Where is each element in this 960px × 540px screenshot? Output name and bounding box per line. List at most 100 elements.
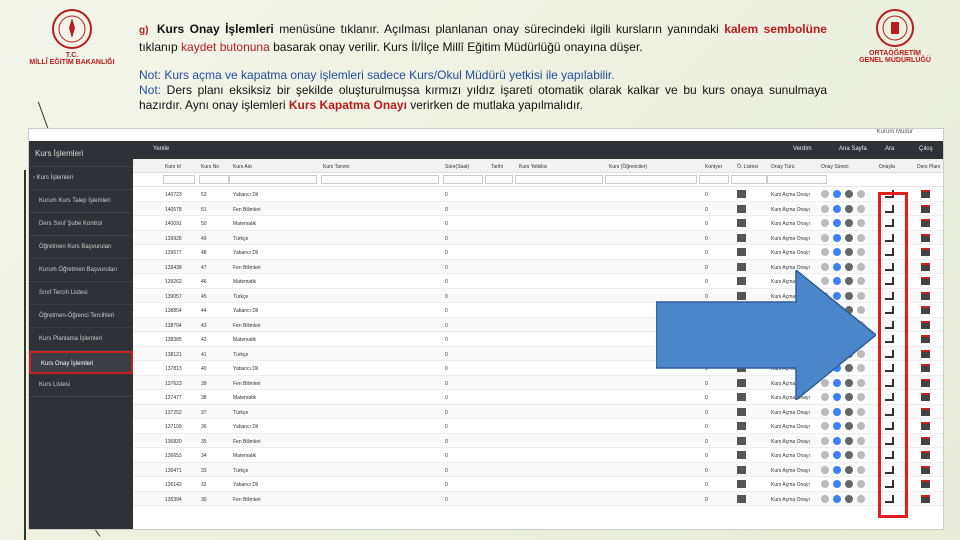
status-icon[interactable]: [821, 480, 829, 488]
calendar-plan-icon[interactable]: [921, 436, 930, 445]
approval-status-icon[interactable]: [833, 494, 841, 503]
filter-input[interactable]: [699, 175, 729, 184]
status-icon[interactable]: [857, 407, 865, 416]
gear-icon[interactable]: [845, 494, 853, 503]
status-icon[interactable]: [821, 190, 829, 198]
sidebar-item[interactable]: Kurs Onay İşlemleri: [29, 351, 133, 374]
student-list-icon[interactable]: [737, 494, 746, 503]
status-icon[interactable]: [821, 219, 829, 227]
calendar-plan-icon[interactable]: [921, 262, 930, 271]
status-icon[interactable]: [857, 465, 865, 474]
status-icon[interactable]: [821, 248, 829, 256]
column-header[interactable]: Ders Planı: [917, 164, 940, 170]
approval-status-icon[interactable]: [833, 407, 841, 416]
gear-icon[interactable]: [845, 422, 853, 430]
gear-icon[interactable]: [845, 465, 853, 474]
calendar-plan-icon[interactable]: [921, 291, 930, 300]
gear-icon[interactable]: [845, 407, 853, 416]
sidebar-item[interactable]: Öğretmen Kurs Başvuruları: [29, 236, 133, 259]
table-row[interactable]: 140091 50 Matematik 0 0 Kurs Açma Onayı: [133, 216, 943, 231]
filter-input[interactable]: [515, 175, 603, 184]
column-header[interactable]: Kurs No: [201, 164, 219, 170]
table-row[interactable]: 140578 51 Fen Bilimleri 0 0 Kurs Açma Onayı: [133, 201, 943, 216]
gear-icon[interactable]: [845, 204, 853, 213]
sidebar-item[interactable]: Sınıf Tercih Listesi: [29, 282, 133, 305]
filter-input[interactable]: [485, 175, 513, 184]
column-header[interactable]: Kurs Tanımı: [323, 164, 350, 170]
calendar-plan-icon[interactable]: [921, 465, 930, 474]
home-button[interactable]: Ana Sayfa: [839, 146, 867, 152]
student-list-icon[interactable]: [737, 422, 746, 430]
student-list-icon[interactable]: [737, 436, 746, 445]
gear-icon[interactable]: [845, 451, 853, 459]
calendar-plan-icon[interactable]: [921, 335, 930, 343]
column-header[interactable]: Kurs (Öğrenciler): [609, 164, 647, 170]
student-list-icon[interactable]: [737, 219, 746, 227]
approval-status-icon[interactable]: [833, 204, 841, 213]
column-header[interactable]: Kurs Yetkilisi: [519, 164, 547, 170]
student-list-icon[interactable]: [737, 190, 746, 198]
status-icon[interactable]: [821, 407, 829, 416]
calendar-plan-icon[interactable]: [921, 451, 930, 459]
status-icon[interactable]: [857, 494, 865, 503]
filter-input[interactable]: [199, 175, 229, 184]
table-row[interactable]: 137109 36 Yabancı Dil 0 0 Kurs Açma Onayı: [133, 419, 943, 434]
status-icon[interactable]: [821, 465, 829, 474]
gear-icon[interactable]: [845, 248, 853, 256]
table-row[interactable]: 139928 49 Türkçe 0 0 Kurs Açma Onayı: [133, 230, 943, 245]
gear-icon[interactable]: [845, 190, 853, 198]
filter-input[interactable]: [767, 175, 827, 184]
calendar-plan-icon[interactable]: [921, 306, 930, 314]
column-header[interactable]: Ö. Listesi: [737, 164, 758, 170]
gear-icon[interactable]: [845, 436, 853, 445]
calendar-plan-icon[interactable]: [921, 190, 930, 198]
status-icon[interactable]: [821, 422, 829, 430]
filter-input[interactable]: [443, 175, 483, 184]
status-icon[interactable]: [857, 190, 865, 198]
calendar-plan-icon[interactable]: [921, 494, 930, 503]
table-row[interactable]: 136820 35 Fen Bilimleri 0 0 Kurs Açma Onayı: [133, 433, 943, 448]
calendar-plan-icon[interactable]: [921, 364, 930, 372]
sidebar-item[interactable]: Kurs Listesi: [29, 374, 133, 397]
column-header[interactable]: Kurs Id: [165, 164, 181, 170]
status-icon[interactable]: [857, 422, 865, 430]
calendar-plan-icon[interactable]: [921, 349, 930, 358]
column-header[interactable]: Kurs Adı: [233, 164, 252, 170]
calendar-plan-icon[interactable]: [921, 407, 930, 416]
table-row[interactable]: 136143 32 Yabancı Dil 0 0 Kurs Açma Onayı: [133, 477, 943, 492]
calendar-plan-icon[interactable]: [921, 378, 930, 387]
approval-status-icon[interactable]: [833, 219, 841, 227]
filter-input[interactable]: [605, 175, 697, 184]
table-row[interactable]: 136653 34 Matematik 0 0 Kurs Açma Onayı: [133, 448, 943, 463]
approval-status-icon[interactable]: [833, 248, 841, 256]
status-icon[interactable]: [821, 204, 829, 213]
table-row[interactable]: 137252 37 Türkçe 0 0 Kurs Açma Onayı: [133, 404, 943, 419]
sidebar-item[interactable]: Öğretmen-Öğrenci Tercihleri: [29, 305, 133, 328]
table-row[interactable]: 135394 30 Fen Bilimleri 0 0 Kurs Açma Onayı: [133, 491, 943, 506]
gear-icon[interactable]: [845, 219, 853, 227]
calendar-plan-icon[interactable]: [921, 277, 930, 285]
status-icon[interactable]: [821, 436, 829, 445]
calendar-plan-icon[interactable]: [921, 422, 930, 430]
approval-status-icon[interactable]: [833, 233, 841, 242]
student-list-icon[interactable]: [737, 407, 746, 416]
search-button[interactable]: Ara: [885, 146, 894, 152]
column-header[interactable]: Onayla: [879, 164, 895, 170]
status-icon[interactable]: [857, 233, 865, 242]
gear-icon[interactable]: [845, 233, 853, 242]
status-icon[interactable]: [857, 248, 865, 256]
table-row[interactable]: 140723 52 Yabancı Dil 0 0 Kurs Açma Onayı: [133, 187, 943, 202]
filter-input[interactable]: [163, 175, 195, 184]
status-icon[interactable]: [821, 494, 829, 503]
user-name[interactable]: Kurum Müdür: [877, 129, 913, 135]
sidebar-item[interactable]: Kurs Planlama İşlemleri: [29, 328, 133, 351]
approval-status-icon[interactable]: [833, 422, 841, 430]
gear-icon[interactable]: [845, 480, 853, 488]
filter-input[interactable]: [731, 175, 767, 184]
student-list-icon[interactable]: [737, 248, 746, 256]
table-row[interactable]: 136471 33 Türkçe 0 0 Kurs Açma Onayı: [133, 462, 943, 477]
column-header[interactable]: Kontyer: [705, 164, 722, 170]
filter-input[interactable]: [229, 175, 317, 184]
calendar-plan-icon[interactable]: [921, 204, 930, 213]
column-header[interactable]: Süre(Saat): [445, 164, 469, 170]
